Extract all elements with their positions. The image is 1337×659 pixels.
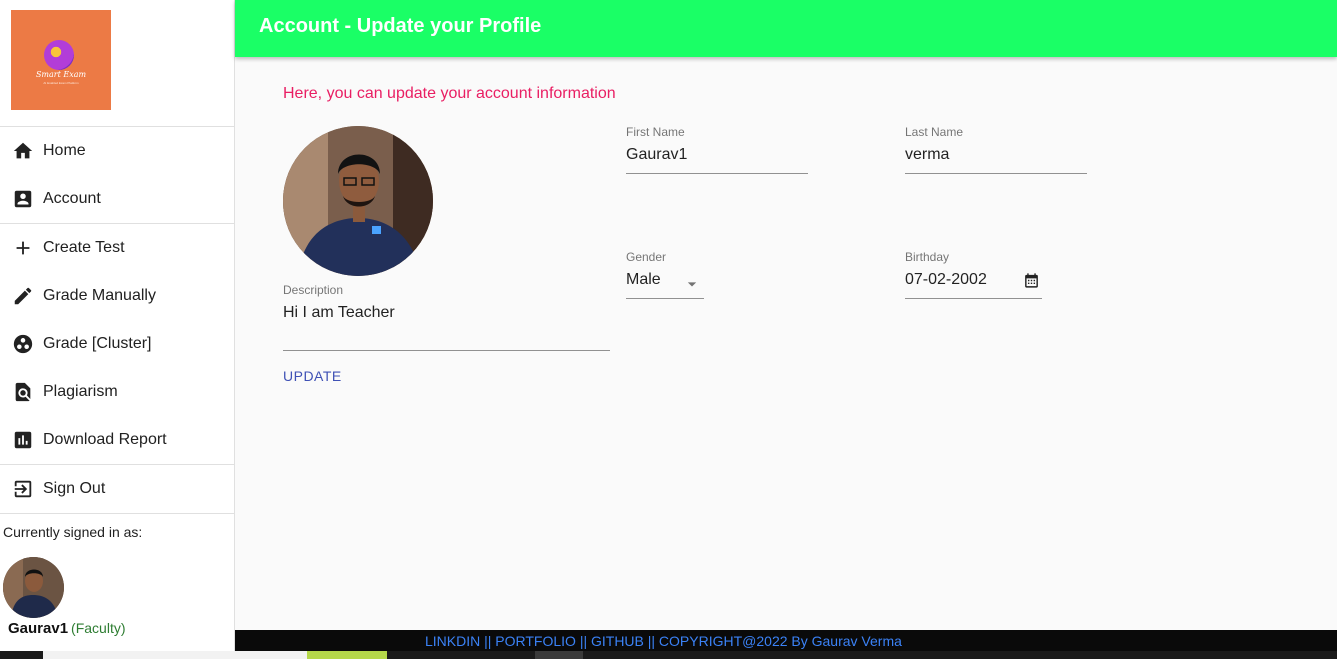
sidebar-item-account[interactable]: Account (0, 175, 234, 223)
taskbar-app[interactable] (307, 651, 387, 659)
intro-text: Here, you can update your account inform… (283, 85, 616, 102)
profile-photo (283, 126, 433, 276)
nav-group-session: Sign Out (0, 465, 234, 514)
sidebar-item-label: Home (43, 142, 86, 159)
logo-tagline: AI Enabled Exam Platform (43, 81, 79, 85)
gender-label: Gender (626, 250, 667, 264)
nav-group-tools: Create Test Grade Manually Grade [Cluste… (0, 224, 234, 465)
description-label: Description (283, 283, 344, 297)
underline (626, 173, 808, 174)
cluster-icon (13, 334, 33, 354)
first-name-input[interactable] (626, 146, 806, 164)
signed-in-label: Currently signed in as: (3, 524, 143, 540)
sidebar-item-plagiarism[interactable]: Plagiarism (0, 368, 234, 416)
account-box-icon (14, 190, 32, 208)
user-photo (3, 557, 64, 618)
logo-emblem (44, 40, 74, 70)
logo-area: Smart Exam AI Enabled Exam Platform (0, 0, 234, 127)
birthday-field[interactable]: Birthday (905, 250, 1042, 299)
sidebar-item-label: Download Report (43, 431, 167, 448)
footer: LINKDIN || PORTFOLIO || GITHUB || COPYRI… (235, 630, 1337, 651)
underline (905, 298, 1042, 299)
taskbar-app[interactable] (535, 651, 583, 659)
logo-text: Smart Exam (35, 70, 87, 79)
sidebar-item-label: Plagiarism (43, 383, 118, 400)
gender-select[interactable]: Gender Male (626, 250, 704, 299)
underline (905, 173, 1087, 174)
sidebar: Smart Exam AI Enabled Exam Platform Home… (0, 0, 235, 651)
exit-icon (14, 480, 32, 498)
signed-in-user: Gaurav1 (Faculty) (8, 620, 126, 637)
profile-image (283, 126, 433, 276)
sidebar-item-label: Account (43, 190, 101, 207)
last-name-input[interactable] (905, 146, 1085, 164)
bar-chart-icon (14, 431, 32, 449)
user-name: Gaurav1 (8, 620, 69, 637)
page-title: Account - Update your Profile (259, 15, 542, 37)
sidebar-item-label: Create Test (43, 239, 125, 256)
find-in-page-icon (15, 382, 31, 402)
update-button[interactable]: UPDATE (283, 368, 342, 384)
chevron-down-icon (687, 282, 697, 287)
avatar (3, 557, 64, 618)
nav-group-main: Home Account (0, 127, 234, 224)
user-role: (Faculty) (71, 620, 126, 636)
plus-icon (16, 241, 30, 255)
sidebar-item-home[interactable]: Home (0, 127, 234, 175)
sidebar-item-sign-out[interactable]: Sign Out (0, 465, 234, 513)
description-field[interactable]: Description Hi I am Teacher (283, 283, 610, 351)
home-icon (13, 142, 33, 159)
taskbar-search[interactable] (43, 651, 307, 659)
sidebar-item-label: Grade [Cluster] (43, 335, 152, 352)
last-name-label: Last Name (905, 125, 964, 139)
first-name-field[interactable]: First Name (626, 125, 808, 174)
os-taskbar (0, 651, 1337, 659)
sidebar-item-label: Grade Manually (43, 287, 156, 304)
last-name-field[interactable]: Last Name (905, 125, 1087, 174)
underline (626, 298, 704, 299)
footer-links[interactable]: LINKDIN || PORTFOLIO || GITHUB || COPYRI… (425, 633, 902, 649)
pencil-icon (14, 287, 32, 305)
birthday-label: Birthday (905, 250, 950, 264)
underline (283, 350, 610, 351)
sidebar-item-grade-cluster[interactable]: Grade [Cluster] (0, 320, 234, 368)
app-bar: Account - Update your Profile (235, 0, 1337, 57)
calendar-icon[interactable] (1023, 272, 1040, 289)
sidebar-item-download-report[interactable]: Download Report (0, 416, 234, 464)
sidebar-item-label: Sign Out (43, 480, 106, 497)
sidebar-item-create-test[interactable]: Create Test (0, 224, 234, 272)
description-input[interactable]: Hi I am Teacher (283, 304, 610, 322)
app-logo: Smart Exam AI Enabled Exam Platform (11, 10, 111, 110)
birthday-input[interactable] (905, 271, 1015, 289)
sidebar-item-grade-manually[interactable]: Grade Manually (0, 272, 234, 320)
first-name-label: First Name (626, 125, 685, 139)
